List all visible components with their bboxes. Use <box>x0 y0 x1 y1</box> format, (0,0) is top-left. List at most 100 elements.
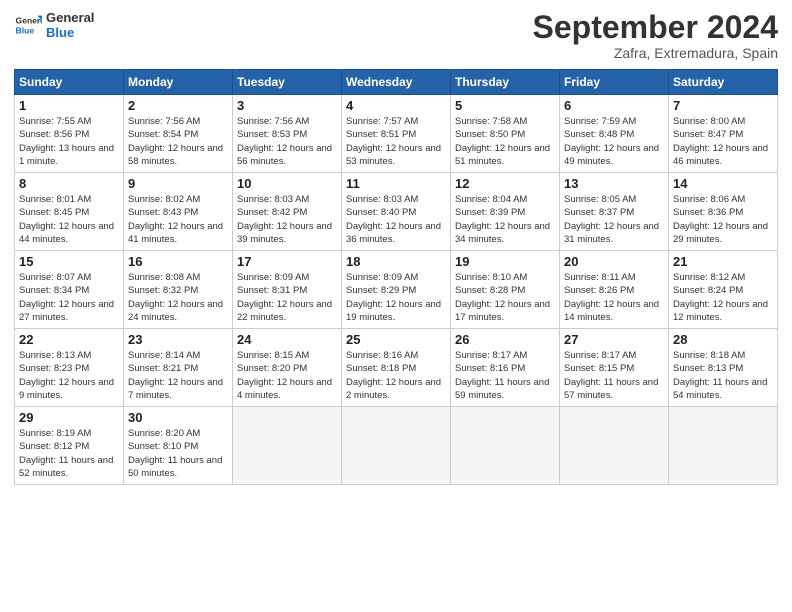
day-info: Sunrise: 8:00 AM Sunset: 8:47 PM Dayligh… <box>673 115 773 168</box>
calendar-cell: 26 Sunrise: 8:17 AM Sunset: 8:16 PM Dayl… <box>451 329 560 407</box>
day-number: 28 <box>673 332 773 347</box>
day-info: Sunrise: 8:14 AM Sunset: 8:21 PM Dayligh… <box>128 349 228 402</box>
day-info: Sunrise: 8:15 AM Sunset: 8:20 PM Dayligh… <box>237 349 337 402</box>
day-info: Sunrise: 8:16 AM Sunset: 8:18 PM Dayligh… <box>346 349 446 402</box>
day-number: 14 <box>673 176 773 191</box>
calendar-cell: 9 Sunrise: 8:02 AM Sunset: 8:43 PM Dayli… <box>124 173 233 251</box>
day-number: 9 <box>128 176 228 191</box>
day-number: 19 <box>455 254 555 269</box>
calendar-cell: 20 Sunrise: 8:11 AM Sunset: 8:26 PM Dayl… <box>560 251 669 329</box>
calendar-cell: 23 Sunrise: 8:14 AM Sunset: 8:21 PM Dayl… <box>124 329 233 407</box>
calendar-cell: 30 Sunrise: 8:20 AM Sunset: 8:10 PM Dayl… <box>124 407 233 485</box>
calendar-cell: 7 Sunrise: 8:00 AM Sunset: 8:47 PM Dayli… <box>669 95 778 173</box>
day-info: Sunrise: 8:17 AM Sunset: 8:15 PM Dayligh… <box>564 349 664 402</box>
calendar-cell: 16 Sunrise: 8:08 AM Sunset: 8:32 PM Dayl… <box>124 251 233 329</box>
col-friday: Friday <box>560 70 669 95</box>
month-title: September 2024 <box>533 10 778 45</box>
day-info: Sunrise: 8:11 AM Sunset: 8:26 PM Dayligh… <box>564 271 664 324</box>
col-thursday: Thursday <box>451 70 560 95</box>
day-info: Sunrise: 8:20 AM Sunset: 8:10 PM Dayligh… <box>128 427 228 480</box>
day-info: Sunrise: 7:59 AM Sunset: 8:48 PM Dayligh… <box>564 115 664 168</box>
calendar-cell: 17 Sunrise: 8:09 AM Sunset: 8:31 PM Dayl… <box>233 251 342 329</box>
calendar-cell: 22 Sunrise: 8:13 AM Sunset: 8:23 PM Dayl… <box>15 329 124 407</box>
day-info: Sunrise: 8:10 AM Sunset: 8:28 PM Dayligh… <box>455 271 555 324</box>
calendar-cell: 19 Sunrise: 8:10 AM Sunset: 8:28 PM Dayl… <box>451 251 560 329</box>
day-info: Sunrise: 8:17 AM Sunset: 8:16 PM Dayligh… <box>455 349 555 402</box>
logo-icon: General Blue <box>14 11 42 39</box>
day-number: 24 <box>237 332 337 347</box>
day-info: Sunrise: 8:08 AM Sunset: 8:32 PM Dayligh… <box>128 271 228 324</box>
calendar-cell: 24 Sunrise: 8:15 AM Sunset: 8:20 PM Dayl… <box>233 329 342 407</box>
calendar-cell: 14 Sunrise: 8:06 AM Sunset: 8:36 PM Dayl… <box>669 173 778 251</box>
day-number: 30 <box>128 410 228 425</box>
table-row: 1 Sunrise: 7:55 AM Sunset: 8:56 PM Dayli… <box>15 95 778 173</box>
col-saturday: Saturday <box>669 70 778 95</box>
calendar-cell: 10 Sunrise: 8:03 AM Sunset: 8:42 PM Dayl… <box>233 173 342 251</box>
calendar-cell <box>342 407 451 485</box>
location-subtitle: Zafra, Extremadura, Spain <box>533 45 778 61</box>
calendar-cell: 29 Sunrise: 8:19 AM Sunset: 8:12 PM Dayl… <box>15 407 124 485</box>
day-number: 4 <box>346 98 446 113</box>
day-info: Sunrise: 8:02 AM Sunset: 8:43 PM Dayligh… <box>128 193 228 246</box>
day-number: 1 <box>19 98 119 113</box>
day-number: 20 <box>564 254 664 269</box>
day-info: Sunrise: 7:56 AM Sunset: 8:53 PM Dayligh… <box>237 115 337 168</box>
title-block: September 2024 Zafra, Extremadura, Spain <box>533 10 778 61</box>
day-number: 13 <box>564 176 664 191</box>
day-info: Sunrise: 8:12 AM Sunset: 8:24 PM Dayligh… <box>673 271 773 324</box>
day-number: 2 <box>128 98 228 113</box>
day-number: 22 <box>19 332 119 347</box>
logo-general-text: General <box>46 10 94 25</box>
calendar-body: 1 Sunrise: 7:55 AM Sunset: 8:56 PM Dayli… <box>15 95 778 485</box>
day-number: 23 <box>128 332 228 347</box>
col-sunday: Sunday <box>15 70 124 95</box>
header: General Blue General Blue September 2024… <box>14 10 778 61</box>
day-info: Sunrise: 8:06 AM Sunset: 8:36 PM Dayligh… <box>673 193 773 246</box>
table-row: 22 Sunrise: 8:13 AM Sunset: 8:23 PM Dayl… <box>15 329 778 407</box>
day-number: 17 <box>237 254 337 269</box>
calendar-cell: 4 Sunrise: 7:57 AM Sunset: 8:51 PM Dayli… <box>342 95 451 173</box>
day-number: 21 <box>673 254 773 269</box>
day-info: Sunrise: 7:58 AM Sunset: 8:50 PM Dayligh… <box>455 115 555 168</box>
day-info: Sunrise: 8:05 AM Sunset: 8:37 PM Dayligh… <box>564 193 664 246</box>
calendar-cell: 8 Sunrise: 8:01 AM Sunset: 8:45 PM Dayli… <box>15 173 124 251</box>
day-info: Sunrise: 7:56 AM Sunset: 8:54 PM Dayligh… <box>128 115 228 168</box>
calendar-cell: 2 Sunrise: 7:56 AM Sunset: 8:54 PM Dayli… <box>124 95 233 173</box>
day-info: Sunrise: 8:03 AM Sunset: 8:42 PM Dayligh… <box>237 193 337 246</box>
day-info: Sunrise: 7:57 AM Sunset: 8:51 PM Dayligh… <box>346 115 446 168</box>
table-row: 15 Sunrise: 8:07 AM Sunset: 8:34 PM Dayl… <box>15 251 778 329</box>
calendar-cell: 5 Sunrise: 7:58 AM Sunset: 8:50 PM Dayli… <box>451 95 560 173</box>
calendar-cell: 25 Sunrise: 8:16 AM Sunset: 8:18 PM Dayl… <box>342 329 451 407</box>
day-number: 12 <box>455 176 555 191</box>
table-row: 8 Sunrise: 8:01 AM Sunset: 8:45 PM Dayli… <box>15 173 778 251</box>
calendar-cell: 15 Sunrise: 8:07 AM Sunset: 8:34 PM Dayl… <box>15 251 124 329</box>
calendar-cell: 11 Sunrise: 8:03 AM Sunset: 8:40 PM Dayl… <box>342 173 451 251</box>
calendar-cell: 12 Sunrise: 8:04 AM Sunset: 8:39 PM Dayl… <box>451 173 560 251</box>
svg-text:Blue: Blue <box>16 26 35 36</box>
day-info: Sunrise: 8:09 AM Sunset: 8:29 PM Dayligh… <box>346 271 446 324</box>
day-info: Sunrise: 7:55 AM Sunset: 8:56 PM Dayligh… <box>19 115 119 168</box>
day-info: Sunrise: 8:09 AM Sunset: 8:31 PM Dayligh… <box>237 271 337 324</box>
calendar-cell: 3 Sunrise: 7:56 AM Sunset: 8:53 PM Dayli… <box>233 95 342 173</box>
day-info: Sunrise: 8:19 AM Sunset: 8:12 PM Dayligh… <box>19 427 119 480</box>
day-number: 25 <box>346 332 446 347</box>
day-info: Sunrise: 8:01 AM Sunset: 8:45 PM Dayligh… <box>19 193 119 246</box>
day-number: 5 <box>455 98 555 113</box>
day-number: 18 <box>346 254 446 269</box>
day-info: Sunrise: 8:07 AM Sunset: 8:34 PM Dayligh… <box>19 271 119 324</box>
page-container: General Blue General Blue September 2024… <box>0 0 792 495</box>
day-number: 7 <box>673 98 773 113</box>
day-number: 10 <box>237 176 337 191</box>
day-number: 3 <box>237 98 337 113</box>
day-number: 26 <box>455 332 555 347</box>
day-number: 8 <box>19 176 119 191</box>
calendar-cell: 1 Sunrise: 7:55 AM Sunset: 8:56 PM Dayli… <box>15 95 124 173</box>
day-info: Sunrise: 8:04 AM Sunset: 8:39 PM Dayligh… <box>455 193 555 246</box>
calendar-cell <box>669 407 778 485</box>
day-number: 15 <box>19 254 119 269</box>
calendar-cell: 28 Sunrise: 8:18 AM Sunset: 8:13 PM Dayl… <box>669 329 778 407</box>
logo-blue-text: Blue <box>46 25 94 40</box>
col-tuesday: Tuesday <box>233 70 342 95</box>
day-number: 6 <box>564 98 664 113</box>
calendar-cell: 6 Sunrise: 7:59 AM Sunset: 8:48 PM Dayli… <box>560 95 669 173</box>
